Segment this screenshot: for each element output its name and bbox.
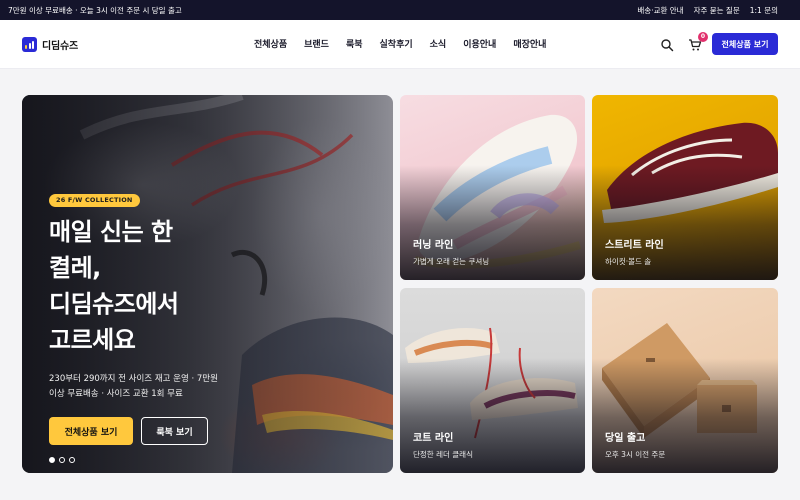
header-all-products-button[interactable]: 전체상품 보기 xyxy=(712,33,778,55)
logo-text: 디딤슈즈 xyxy=(42,41,78,52)
nav-item-guide[interactable]: 이용안내 xyxy=(463,37,496,50)
utility-links: 배송·교환 안내 자주 묻는 질문 1:1 문의 xyxy=(637,5,778,16)
site-header: 디딤슈즈 전체상품 브랜드 룩북 실착후기 소식 이용안내 매장안내 0 전체상… xyxy=(0,20,800,69)
hero-title-line: 고르세요 xyxy=(49,326,136,354)
card-overlay xyxy=(592,95,778,280)
card-subtitle: 가볍게 오래 걷는 쿠셔닝 xyxy=(413,257,490,266)
card-title: 당일 출고 xyxy=(605,433,646,444)
nav-item-news[interactable]: 소식 xyxy=(430,37,447,50)
slide-dot[interactable] xyxy=(69,457,75,463)
card-title: 코트 라인 xyxy=(413,433,454,444)
hero-title-line: 디딤슈즈에서 xyxy=(49,290,179,318)
card-subtitle: 하이컷·볼드 솔 xyxy=(605,257,652,266)
shipping-info-link[interactable]: 배송·교환 안내 xyxy=(637,5,683,16)
category-card-running[interactable]: 러닝 라인 가볍게 오래 걷는 쿠셔닝 xyxy=(400,95,585,280)
category-card-same-day[interactable]: 당일 출고 오후 3시 이전 주문 xyxy=(592,288,778,473)
category-card-street[interactable]: 스트리트 라인 하이컷·볼드 솔 xyxy=(592,95,778,280)
category-card-court[interactable]: 코트 라인 단정한 레더 클래식 xyxy=(400,288,585,473)
hero-all-products-button[interactable]: 전체상품 보기 xyxy=(49,417,133,445)
hero-subtitle-line: 230부터 290까지 전 사이즈 재고 운영 · 7만원 xyxy=(49,374,218,384)
card-overlay xyxy=(400,95,585,280)
hero-subtitle: 230부터 290까지 전 사이즈 재고 운영 · 7만원 이상 무료배송 · … xyxy=(49,372,249,402)
slide-dot[interactable] xyxy=(49,457,55,463)
inquiry-link[interactable]: 1:1 문의 xyxy=(750,5,778,16)
site-logo[interactable]: 디딤슈즈 xyxy=(22,37,78,52)
faq-link[interactable]: 자주 묻는 질문 xyxy=(694,5,740,16)
cart-count-badge: 0 xyxy=(698,32,708,42)
card-overlay xyxy=(592,288,778,473)
nav-item-brands[interactable]: 브랜드 xyxy=(304,37,329,50)
nav-item-stores[interactable]: 매장안내 xyxy=(513,37,546,50)
search-icon[interactable] xyxy=(660,37,674,52)
collection-badge: 26 F/W COLLECTION xyxy=(49,194,140,207)
nav-item-all-products[interactable]: 전체상품 xyxy=(254,37,287,50)
card-subtitle: 단정한 레더 클래식 xyxy=(413,450,473,459)
cart-icon[interactable]: 0 xyxy=(688,32,708,51)
hero-title-line: 켤레, xyxy=(49,254,101,282)
nav-item-reviews[interactable]: 실착후기 xyxy=(380,37,413,50)
main-nav: 전체상품 브랜드 룩북 실착후기 소식 이용안내 매장안내 xyxy=(254,37,546,50)
hero-lookbook-button[interactable]: 룩북 보기 xyxy=(141,417,208,445)
card-overlay xyxy=(400,288,585,473)
card-title: 러닝 라인 xyxy=(413,240,454,251)
hero-banner[interactable]: 26 F/W COLLECTION 매일 신는 한 켤레, 디딤슈즈에서 고르세… xyxy=(22,95,393,473)
nav-item-lookbook[interactable]: 룩북 xyxy=(346,37,363,50)
slide-indicator xyxy=(49,457,75,463)
hero-subtitle-line: 이상 무료배송 · 사이즈 교환 1회 무료 xyxy=(49,389,183,399)
hero-title: 매일 신는 한 켤레, 디딤슈즈에서 고르세요 xyxy=(49,214,249,358)
card-subtitle: 오후 3시 이전 주문 xyxy=(605,450,666,459)
hero-title-line: 매일 신는 한 xyxy=(49,218,173,246)
announcement-text: 7만원 이상 무료배송 · 오늘 3시 이전 주문 시 당일 출고 xyxy=(8,5,182,15)
logo-mark-icon xyxy=(22,37,37,52)
header-actions: 0 xyxy=(660,32,708,52)
announcement-bar: 7만원 이상 무료배송 · 오늘 3시 이전 주문 시 당일 출고 배송·교환 … xyxy=(0,0,800,20)
card-title: 스트리트 라인 xyxy=(605,240,664,251)
slide-dot[interactable] xyxy=(59,457,65,463)
